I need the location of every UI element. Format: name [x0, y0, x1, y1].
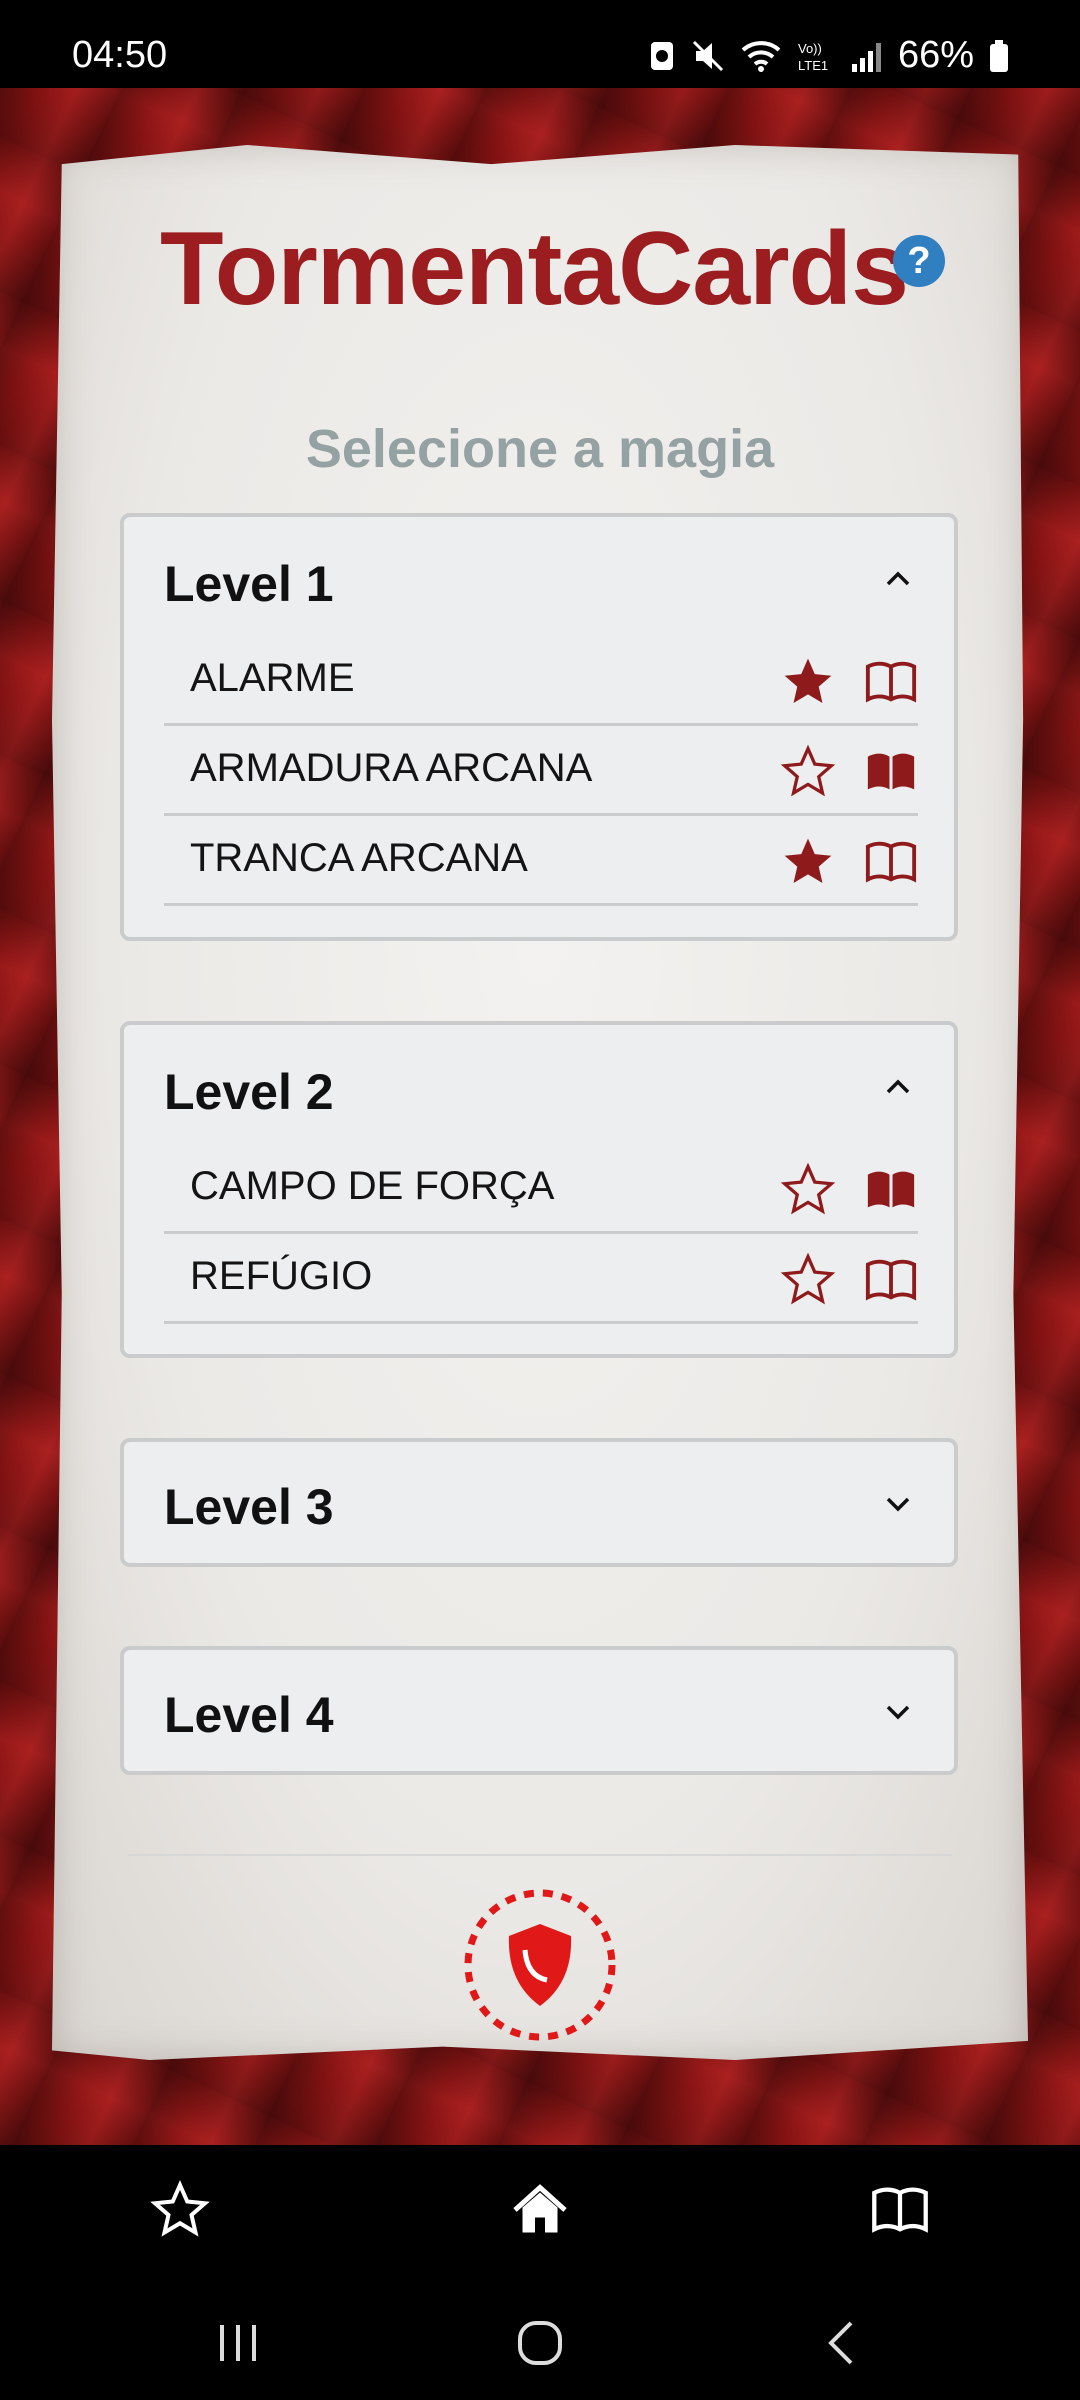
spell-row-armadura-arcana[interactable]: ARMADURA ARCANA — [164, 726, 918, 816]
svg-text:LTE1: LTE1 — [798, 58, 828, 73]
level-panel-4[interactable]: Level 4 — [120, 1646, 958, 1775]
chevron-up-icon — [886, 571, 910, 586]
favorites-star-icon[interactable] — [150, 2180, 210, 2240]
level-title: Level 3 — [164, 1479, 334, 1535]
star-outline-icon[interactable] — [780, 1252, 836, 1308]
star-outline-icon[interactable] — [780, 1162, 836, 1218]
star-filled-icon[interactable] — [780, 654, 836, 710]
level-panel-1: Level 1 ALARME ARMADURA ARCANA TRANCA AR… — [120, 513, 958, 941]
book-outline-icon[interactable] — [864, 838, 918, 886]
book-outline-icon[interactable] — [864, 1256, 918, 1304]
status-time: 04:50 — [72, 34, 168, 76]
chevron-down-icon — [886, 1705, 910, 1720]
book-outline-icon[interactable] — [864, 658, 918, 706]
home-icon[interactable] — [510, 2180, 570, 2240]
volte-icon: Vo)) LTE1 — [796, 38, 836, 74]
battery-percent: 66% — [897, 34, 974, 76]
spell-name: CAMPO DE FORÇA — [190, 1164, 555, 1208]
app-title: TormentaCards — [160, 211, 909, 327]
battery-icon — [988, 38, 1010, 74]
spell-name: REFÚGIO — [190, 1254, 373, 1298]
spell-row-tranca-arcana[interactable]: TRANCA ARCANA — [164, 816, 918, 906]
back-icon[interactable] — [815, 2315, 871, 2371]
status-bar: 04:50 Vo)) LTE1 66% — [0, 0, 1080, 88]
screenshot-icon — [648, 38, 676, 74]
home-circle-icon[interactable] — [512, 2315, 568, 2371]
help-icon[interactable]: ? — [893, 235, 945, 287]
spell-row-campo-de-forca[interactable]: CAMPO DE FORÇA — [164, 1144, 918, 1234]
book-icon[interactable] — [870, 2180, 930, 2240]
recents-icon[interactable] — [210, 2315, 266, 2371]
bottom-nav — [0, 2145, 1080, 2275]
level-title: Level 4 — [164, 1687, 334, 1743]
status-icons: Vo)) LTE1 66% — [648, 34, 1010, 77]
level-title: Level 1 — [164, 556, 334, 612]
star-outline-icon[interactable] — [780, 744, 836, 800]
mute-icon — [690, 38, 726, 74]
spell-name: ARMADURA ARCANA — [190, 746, 593, 790]
wifi-icon — [740, 38, 782, 74]
chevron-up-icon — [886, 1079, 910, 1094]
star-filled-icon[interactable] — [780, 834, 836, 890]
system-nav-bar — [0, 2275, 1080, 2400]
spell-name: TRANCA ARCANA — [190, 836, 528, 880]
page-subtitle: Selecione a magia — [305, 419, 775, 479]
shield-logo-icon[interactable] — [463, 1888, 617, 2042]
spell-row-alarme[interactable]: ALARME — [164, 636, 918, 726]
level-panel-2: Level 2 CAMPO DE FORÇA REFÚGIO — [120, 1021, 958, 1358]
book-filled-icon[interactable] — [864, 1166, 918, 1214]
spell-name: ALARME — [190, 656, 355, 700]
book-filled-icon[interactable] — [864, 748, 918, 796]
divider — [128, 1854, 952, 1856]
level-title: Level 2 — [164, 1064, 334, 1120]
spell-row-refugio[interactable]: REFÚGIO — [164, 1234, 918, 1324]
chevron-down-icon — [886, 1497, 910, 1512]
svg-text:Vo)): Vo)) — [798, 41, 822, 56]
signal-icon — [850, 38, 884, 74]
level-panel-3[interactable]: Level 3 — [120, 1438, 958, 1567]
level-header-1[interactable]: Level 1 — [124, 517, 954, 637]
level-header-2[interactable]: Level 2 — [124, 1025, 954, 1145]
